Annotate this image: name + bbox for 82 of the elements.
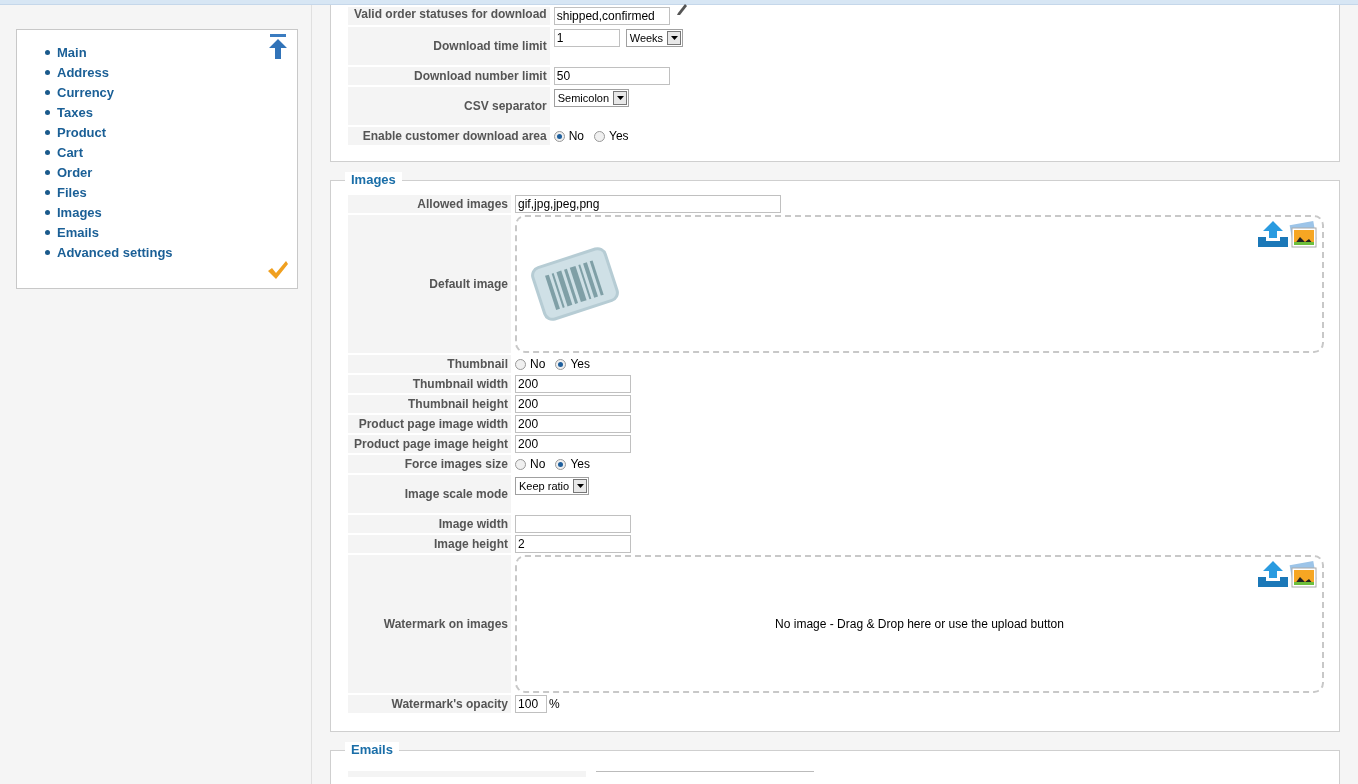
nav-link[interactable]: Cart <box>57 144 83 160</box>
caret-icon <box>576 484 584 488</box>
dropdown[interactable]: Weeks <box>625 29 684 47</box>
bullet-icon <box>45 149 50 155</box>
input-field[interactable]: gif,jpg,jpeg,png <box>515 195 782 213</box>
field-label: Default image <box>348 215 512 353</box>
field-label: Image height <box>348 535 512 553</box>
field-label: Watermark's opacity <box>348 695 512 713</box>
field-label: Watermark on images <box>348 555 512 693</box>
bullet-icon <box>45 189 50 195</box>
radio-label: No <box>530 457 546 471</box>
bullet-icon <box>45 69 50 75</box>
bullet-icon <box>45 49 50 55</box>
caret-icon <box>670 36 678 40</box>
field-label: Allowed images <box>348 195 512 213</box>
radio-button[interactable] <box>555 458 567 470</box>
radio-label: Yes <box>570 357 590 371</box>
drop-zone[interactable] <box>515 215 1324 353</box>
nav-link[interactable]: Advanced settings <box>57 244 173 260</box>
field-label: Enable customer download area <box>348 127 550 145</box>
nav-link[interactable]: Order <box>57 164 93 180</box>
field-label: Valid order statuses for download <box>348 7 550 25</box>
radio-button[interactable] <box>594 130 606 142</box>
field-label: Download number limit <box>348 67 550 85</box>
field-label: Image width <box>348 515 512 533</box>
drop-zone[interactable]: No image - Drag & Drop here or use the upload button <box>515 555 1324 693</box>
field-label: Thumbnail height <box>348 395 512 413</box>
field-label: Product page image width <box>348 415 512 433</box>
input-field[interactable] <box>515 515 632 533</box>
input-field[interactable]: 100 <box>515 695 548 713</box>
field-label: Thumbnail <box>348 355 512 373</box>
radio-button[interactable] <box>515 458 527 470</box>
section-title: Images <box>345 172 402 187</box>
bullet-icon <box>45 89 50 95</box>
radio-label: Yes <box>609 129 629 143</box>
nav-link[interactable]: Main <box>57 44 87 60</box>
input-field[interactable]: 200 <box>515 395 632 413</box>
nav-link[interactable]: Product <box>57 124 107 140</box>
caret-icon <box>616 96 624 100</box>
pictures-icon <box>1288 561 1318 589</box>
input-field[interactable]: 1 <box>553 29 620 47</box>
input-field[interactable]: shipped,confirmed <box>553 7 670 25</box>
drop-zone-message: No image - Drag & Drop here or use the upload button <box>775 617 1064 631</box>
input-field[interactable]: 200 <box>515 415 632 433</box>
nav-link[interactable]: Images <box>57 204 102 220</box>
upload-icon <box>1258 221 1288 247</box>
field-label: Thumbnail width <box>348 375 512 393</box>
radio-button[interactable] <box>515 358 527 370</box>
field-label: Download time limit <box>348 27 550 65</box>
input-field[interactable]: 50 <box>553 67 670 85</box>
radio-label: Yes <box>570 457 590 471</box>
unit-label: % <box>549 697 560 711</box>
field-label: Product page image height <box>348 435 512 453</box>
nav-link[interactable]: Address <box>57 64 110 80</box>
input-field[interactable]: 200 <box>515 435 632 453</box>
bullet-icon <box>45 249 50 255</box>
dropdown[interactable]: Keep ratio <box>515 477 590 495</box>
radio-label: No <box>530 357 546 371</box>
section-title: Emails <box>345 742 399 757</box>
checkmark-icon <box>267 260 289 280</box>
bullet-icon <box>45 209 50 215</box>
pictures-icon <box>1288 221 1318 249</box>
nav-link[interactable]: Emails <box>57 224 99 240</box>
radio-label: No <box>568 129 585 143</box>
pencil-icon <box>675 3 688 15</box>
dropdown[interactable]: Semicolon <box>553 89 630 107</box>
field-label: Force images size <box>348 455 512 473</box>
radio-button[interactable] <box>555 358 567 370</box>
field-label: CSV separator <box>348 87 550 125</box>
nav-link[interactable]: Taxes <box>57 104 93 120</box>
bullet-icon <box>45 169 50 175</box>
bullet-icon <box>45 229 50 235</box>
arrow-up-icon <box>267 33 289 61</box>
nav-link[interactable]: Currency <box>57 84 115 100</box>
upload-icon <box>1258 561 1288 587</box>
field-label: Image scale mode <box>348 475 512 513</box>
bullet-icon <box>45 109 50 115</box>
nav-link[interactable]: Files <box>57 184 87 200</box>
bullet-icon <box>45 129 50 135</box>
input-field[interactable]: 200 <box>515 375 632 393</box>
input-field[interactable]: 2 <box>515 535 632 553</box>
radio-button[interactable] <box>553 130 565 142</box>
